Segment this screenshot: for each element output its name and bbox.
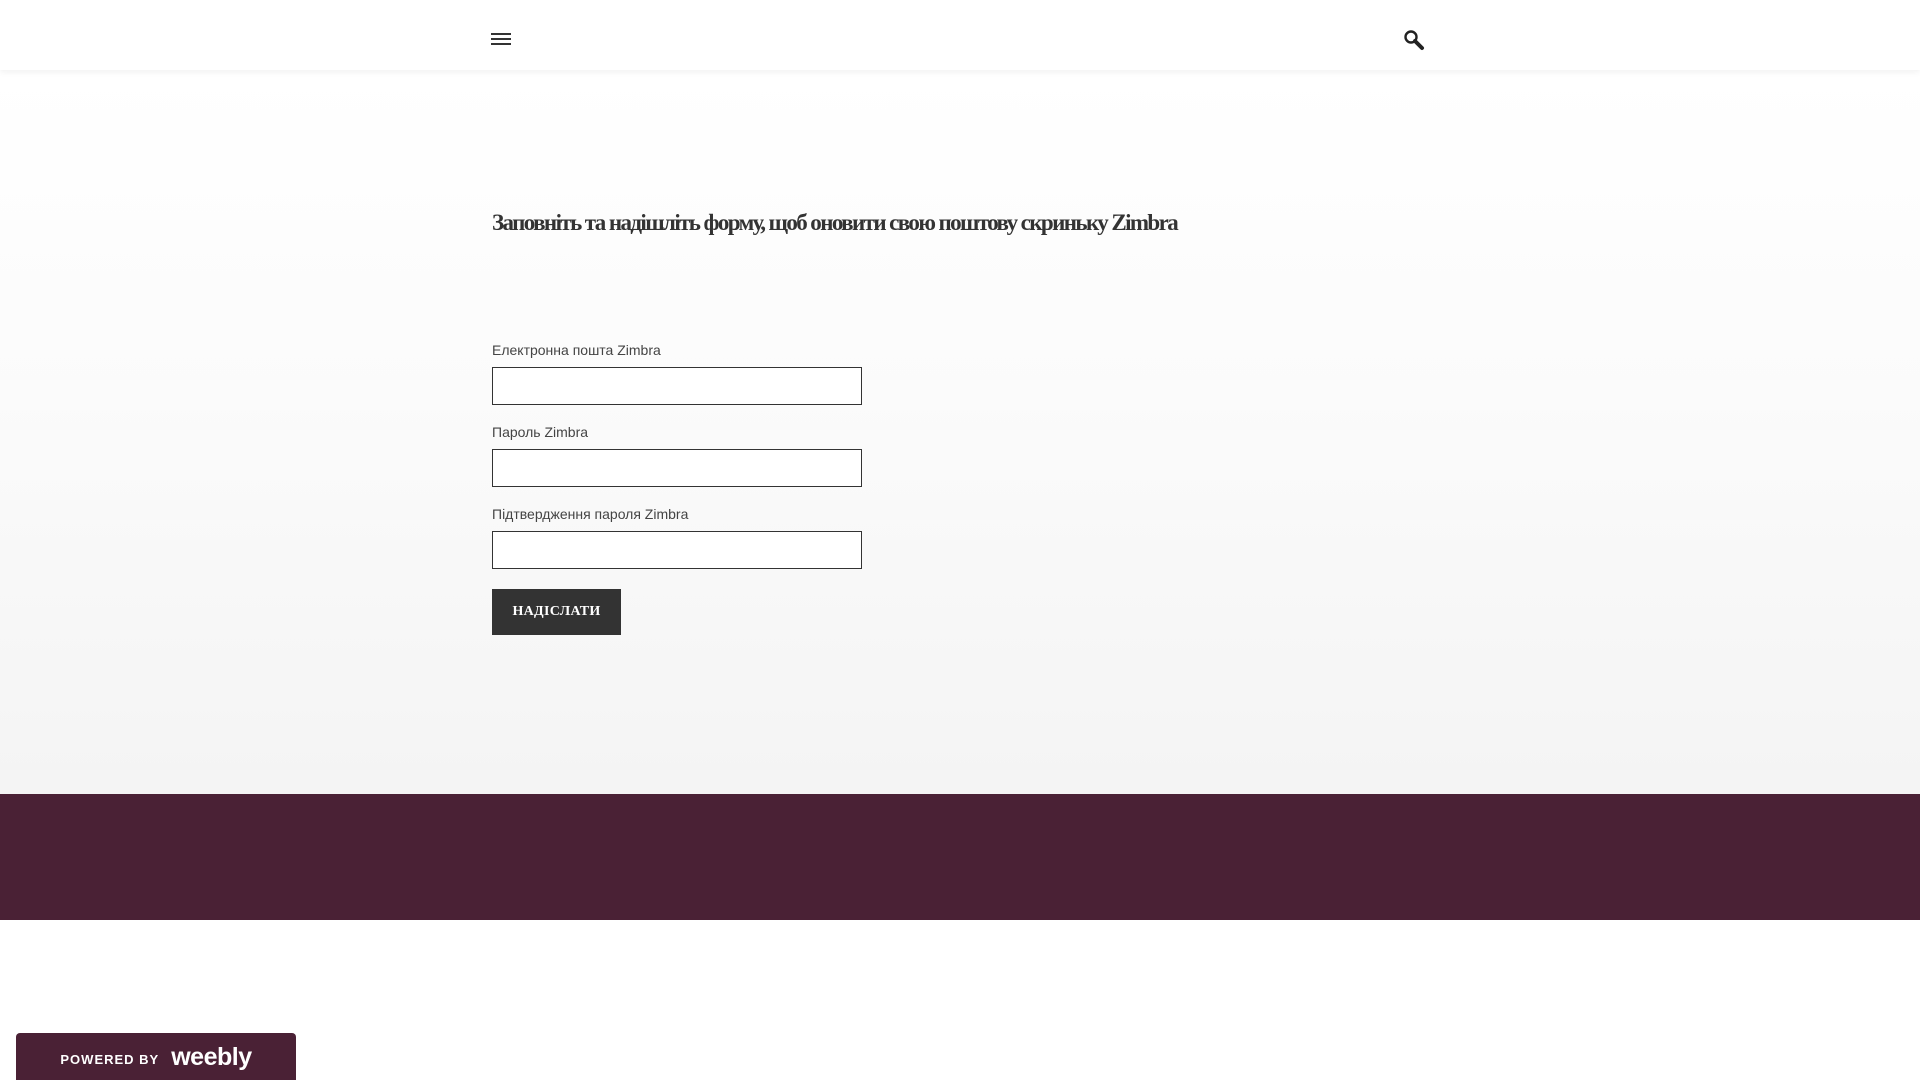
footer-band xyxy=(0,794,1920,920)
email-field[interactable] xyxy=(492,367,862,405)
powered-by-label: POWERED BY xyxy=(60,1051,160,1067)
hamburger-menu-icon[interactable] xyxy=(488,28,516,52)
password-label: Пароль Zimbra xyxy=(492,424,589,440)
main-content xyxy=(0,70,1920,794)
search-icon[interactable] xyxy=(1400,26,1430,56)
weebly-badge[interactable]: POWERED BY weebly xyxy=(16,1033,296,1080)
password-field[interactable] xyxy=(492,449,862,487)
email-label: Електронна пошта Zimbra xyxy=(492,342,661,358)
confirm-password-label: Підтвердження пароля Zimbra xyxy=(492,506,689,522)
confirm-password-field[interactable] xyxy=(492,531,862,569)
site-header xyxy=(0,0,1920,70)
form-title: Заповніть та надішліть форму, щоб оновит… xyxy=(492,210,1179,235)
submit-button[interactable]: НАДІСЛАТИ xyxy=(492,589,621,635)
weebly-logo: weebly xyxy=(171,1042,252,1071)
